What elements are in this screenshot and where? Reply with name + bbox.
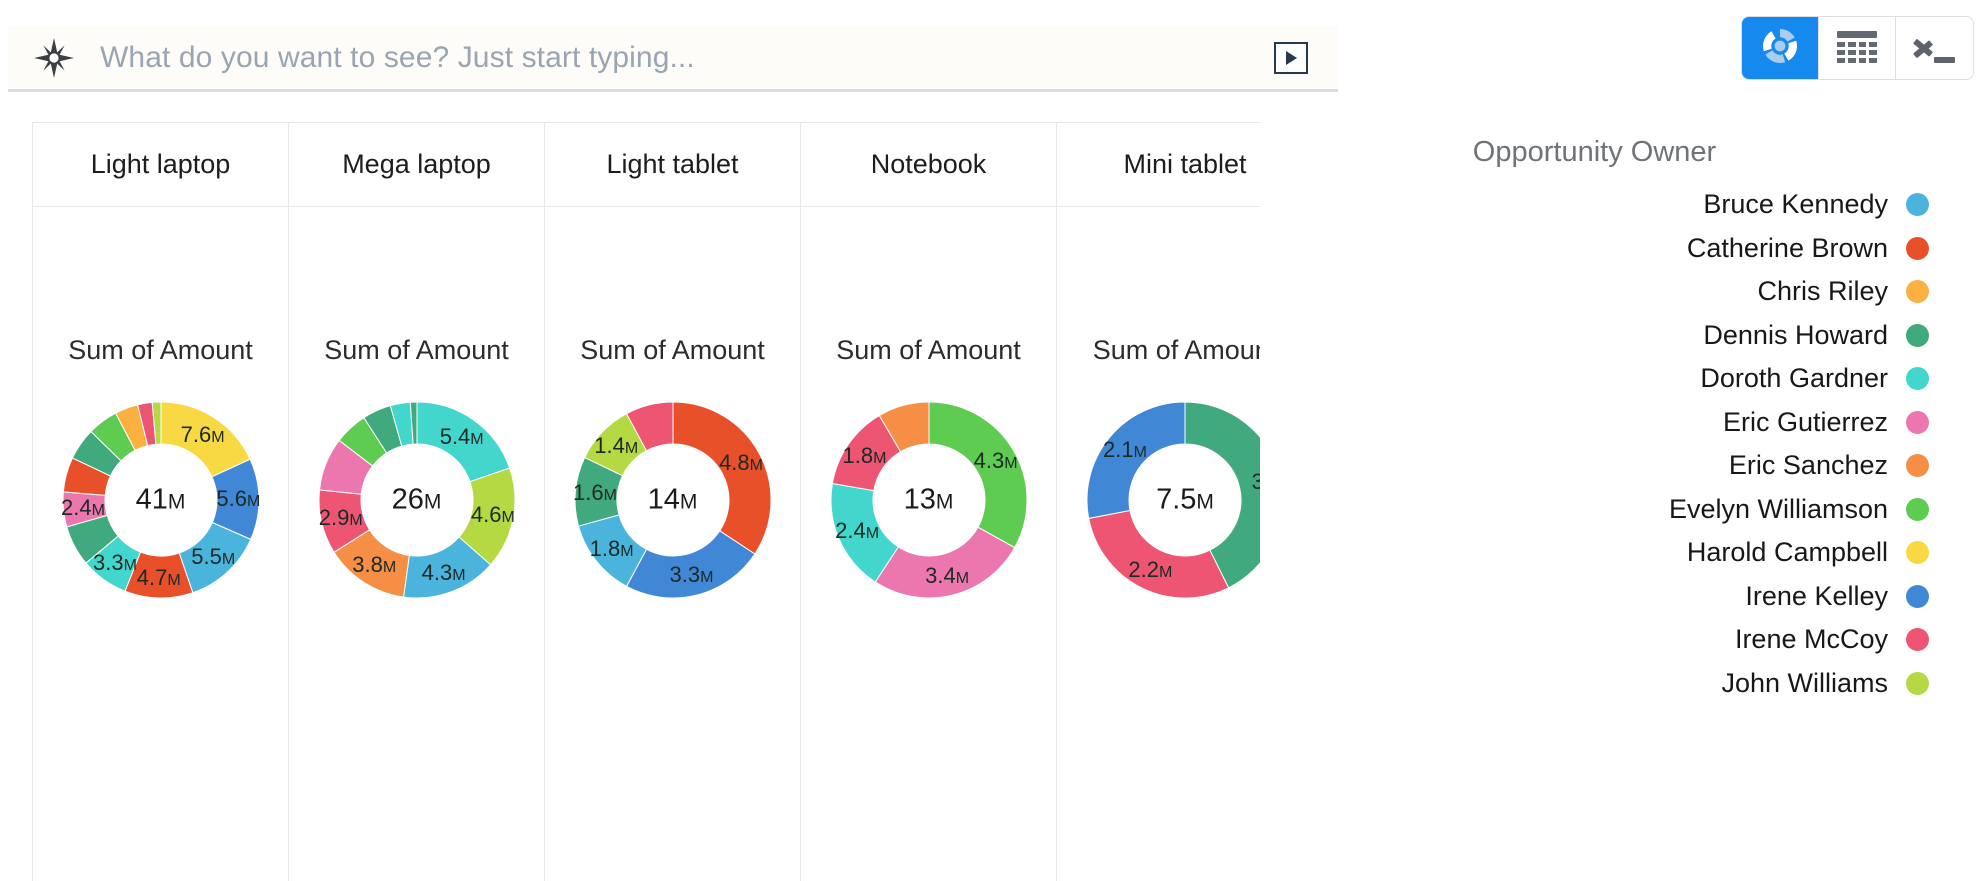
chart-column: Light tablet Sum of Amount 4.8M 3.3M 1.8M 1.6… <box>545 123 801 881</box>
grid-table-icon <box>1837 31 1877 65</box>
donut-slice[interactable] <box>1088 509 1230 599</box>
chart-column: Mega laptop Sum of Amount 5.4M 4.6M 4.3M 3.8M… <box>289 123 545 881</box>
column-header-label: Mega laptop <box>342 149 491 179</box>
view-mode-toggle-group <box>1742 17 1973 79</box>
top-bar <box>0 0 1987 115</box>
legend-item-label: Evelyn Williamson <box>1668 493 1888 524</box>
legend-color-swatch <box>1906 280 1929 304</box>
legend-color-swatch <box>1906 454 1929 478</box>
donut-chart-icon <box>1760 26 1800 71</box>
legend-item-label: Irene Kelley <box>1745 580 1888 611</box>
donut-chart[interactable]: 5.4M 4.6M 4.3M 3.8M 2.9M 26M <box>307 390 527 610</box>
chart-grid: Light laptop Sum of Amount 7.6M 5.6M 5.5M 4.7… <box>32 122 1313 881</box>
console-prompt-icon <box>1912 31 1956 65</box>
legend-color-swatch <box>1906 323 1929 347</box>
donut-slice[interactable] <box>416 401 510 483</box>
legend-item-label: Doroth Gardner <box>1700 363 1888 394</box>
column-header-label: Light tablet <box>606 149 739 179</box>
legend-color-swatch <box>1906 497 1929 521</box>
chart-cell: Sum of Amount 4.3M 3.4M 2.4M 1.8M 13M <box>801 207 1056 881</box>
legend-color-swatch <box>1906 541 1929 565</box>
legend-color-swatch <box>1906 584 1929 608</box>
legend-panel: Opportunity Owner Bruce Kennedy Catherine… <box>1260 122 1987 881</box>
report-canvas: Light laptop Sum of Amount 7.6M5.6M5.5M4.7… <box>0 0 1987 881</box>
donut-slice[interactable] <box>625 530 755 599</box>
column-header[interactable]: Notebook <box>801 123 1056 207</box>
donut-slice[interactable] <box>672 401 771 555</box>
chart-column: Light laptop Sum of Amount 7.6M 5.6M 5.5M 4.7… <box>33 123 289 881</box>
column-header[interactable]: Light laptop <box>33 123 288 207</box>
legend-item[interactable]: Doroth Gardner <box>1260 357 1987 401</box>
legend-item[interactable]: Chris Riley <box>1260 270 1987 314</box>
console-view-button[interactable] <box>1896 17 1973 79</box>
legend-item-label: Eric Gutierrez <box>1722 406 1888 437</box>
legend-item[interactable]: Irene McCoy <box>1260 618 1987 662</box>
legend-item-label: Dennis Howard <box>1703 319 1888 350</box>
donut-chart[interactable]: 4.8M 3.3M 1.8M 1.6M 1.4M 14M <box>563 390 783 610</box>
legend-title: Opportunity Owner <box>1472 136 1717 168</box>
legend-item-label: Bruce Kennedy <box>1703 189 1888 220</box>
donut-chart[interactable]: 7.6M 5.6M 5.5M 4.7M 3.3M 2.4M 41M <box>51 390 271 610</box>
legend-color-swatch <box>1906 628 1929 652</box>
legend-item-label: Catherine Brown <box>1686 232 1888 263</box>
run-query-button[interactable] <box>1274 41 1308 74</box>
legend-item[interactable]: Bruce Kennedy <box>1260 183 1987 227</box>
legend-item-label: Harold Campbell <box>1686 537 1888 568</box>
chart-column: Notebook Sum of Amount 4.3M 3.4M 2.4M 1.8M 13M <box>801 123 1057 881</box>
legend-item[interactable]: Eric Sanchez <box>1260 444 1987 488</box>
play-run-icon <box>1285 50 1297 65</box>
column-header-label: Light laptop <box>90 149 231 179</box>
legend-color-swatch <box>1906 193 1929 217</box>
search-input[interactable] <box>98 30 1274 85</box>
legend-item-label: Irene McCoy <box>1734 624 1888 655</box>
legend-item[interactable]: Evelyn Williamson <box>1260 488 1987 532</box>
legend-item-label: Chris Riley <box>1757 276 1888 307</box>
donut-slice[interactable] <box>874 526 1015 599</box>
column-header-label: Notebook <box>870 149 987 179</box>
sparkle-icon <box>28 32 80 84</box>
chart-cell: Sum of Amount 7.6M 5.6M 5.5M 4.7M 3.3M 2.4M 41M <box>33 207 288 881</box>
search-bar[interactable] <box>8 26 1338 92</box>
legend-item[interactable]: Dennis Howard <box>1260 314 1987 358</box>
legend-item[interactable]: Irene Kelley <box>1260 575 1987 619</box>
chart-cell: Sum of Amount 4.8M 3.3M 1.8M 1.6M 1.4M 14M <box>545 207 800 881</box>
donut-slice[interactable] <box>928 401 1027 549</box>
column-header-label: Mini tablet <box>1123 149 1247 179</box>
measure-title: Sum of Amount <box>68 335 253 365</box>
legend-color-swatch <box>1906 671 1929 695</box>
chart-cell: Sum of Amount 5.4M 4.6M 4.3M 3.8M 2.9M 26M <box>289 207 544 881</box>
legend-item-list: Bruce Kennedy Catherine Brown Chris Riley D… <box>1260 183 1987 705</box>
legend-item-label: John Williams <box>1721 667 1888 698</box>
donut-chart[interactable]: 4.3M 3.4M 2.4M 1.8M 13M <box>819 390 1039 610</box>
legend-item[interactable]: Eric Gutierrez <box>1260 401 1987 445</box>
legend-item[interactable]: Catherine Brown <box>1260 227 1987 271</box>
legend-color-swatch <box>1906 236 1929 260</box>
legend-item[interactable]: Harold Campbell <box>1260 531 1987 575</box>
column-header[interactable]: Mega laptop <box>289 123 544 207</box>
measure-title: Sum of Amount <box>836 335 1021 365</box>
table-view-button[interactable] <box>1819 17 1896 79</box>
legend-item-label: Eric Sanchez <box>1728 450 1888 481</box>
donut-slice[interactable] <box>1086 401 1186 519</box>
column-header[interactable]: Light tablet <box>545 123 800 207</box>
measure-title: Sum of Amount <box>324 335 509 365</box>
legend-color-swatch <box>1906 367 1929 391</box>
legend-color-swatch <box>1906 410 1929 434</box>
legend-item[interactable]: John Williams <box>1260 662 1987 706</box>
measure-title: Sum of Amount <box>580 335 765 365</box>
chart-view-button[interactable] <box>1742 17 1819 79</box>
